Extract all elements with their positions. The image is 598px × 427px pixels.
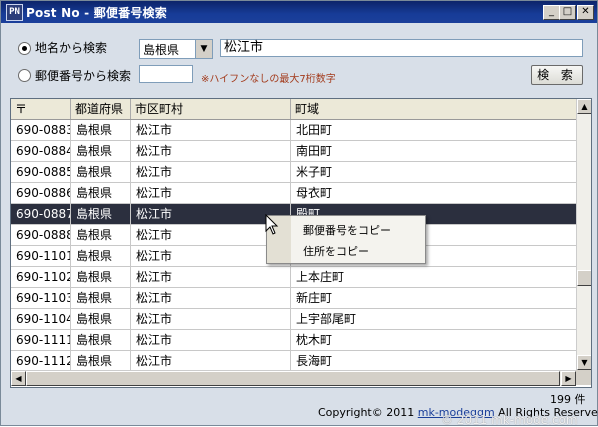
cell-town: 上本庄町 bbox=[296, 270, 345, 284]
cell-postal: 690-1103 bbox=[11, 288, 71, 309]
cell-city: 松江市 bbox=[131, 120, 291, 141]
vertical-scroll-thumb[interactable] bbox=[577, 270, 591, 286]
cell-postal: 690-1111 bbox=[11, 330, 71, 351]
minimize-button[interactable]: _ bbox=[543, 5, 560, 20]
cell-postal: 690-0884 bbox=[11, 141, 71, 162]
watermark: © 2011 mk-mode.com bbox=[441, 413, 578, 427]
column-header-postal[interactable]: 〒 bbox=[11, 99, 71, 119]
cell-postal: 690-0887 bbox=[11, 204, 71, 225]
cell-city: 松江市 bbox=[131, 309, 291, 330]
table-row[interactable]: 690-1104 島根県 松江市 上宇部尾町 bbox=[11, 309, 576, 330]
cell-prefecture: 島根県 bbox=[71, 309, 131, 330]
radio-search-by-postal-label[interactable]: 郵便番号から検索 bbox=[35, 67, 131, 84]
close-button[interactable]: ✕ bbox=[577, 5, 594, 20]
cell-town: 新庄町 bbox=[296, 291, 333, 305]
prefecture-select-value: 島根県 bbox=[143, 43, 180, 57]
scroll-right-arrow-icon[interactable]: ▶ bbox=[561, 371, 576, 386]
scrollbar-corner bbox=[576, 370, 591, 385]
cell-city: 松江市 bbox=[131, 141, 291, 162]
cell-prefecture: 島根県 bbox=[71, 267, 131, 288]
table-row[interactable]: 690-0886 島根県 松江市 母衣町 bbox=[11, 183, 576, 204]
cell-city: 松江市 bbox=[131, 288, 291, 309]
place-search-input[interactable]: 松江市 bbox=[220, 39, 583, 57]
cell-town: 南田町 bbox=[296, 144, 333, 158]
cell-town: 枕木町 bbox=[296, 333, 333, 347]
search-button[interactable]: 検 索 bbox=[531, 65, 583, 85]
radio-search-by-place-label[interactable]: 地名から検索 bbox=[35, 39, 107, 56]
cell-postal: 690-0888 bbox=[11, 225, 71, 246]
column-header-city[interactable]: 市区町村 bbox=[131, 99, 291, 119]
cell-city: 松江市 bbox=[131, 162, 291, 183]
cell-town: 北田町 bbox=[296, 123, 333, 137]
cell-prefecture: 島根県 bbox=[71, 120, 131, 141]
column-header-prefecture[interactable]: 都道府県 bbox=[71, 99, 131, 119]
dropdown-arrow-icon[interactable]: ▼ bbox=[195, 40, 212, 58]
table-row[interactable]: 690-0885 島根県 松江市 米子町 bbox=[11, 162, 576, 183]
cell-town: 米子町 bbox=[296, 165, 333, 179]
cell-city: 松江市 bbox=[131, 267, 291, 288]
menu-item-copy-postal[interactable]: 郵便番号をコピー bbox=[303, 222, 391, 238]
table-row[interactable]: 690-1103 島根県 松江市 新庄町 bbox=[11, 288, 576, 309]
column-header-town[interactable]: 町域 bbox=[291, 99, 576, 119]
cell-postal: 690-0883 bbox=[11, 120, 71, 141]
app-icon: PN bbox=[6, 4, 23, 21]
cell-postal: 690-1112 bbox=[11, 351, 71, 372]
table-row[interactable]: 690-1112 島根県 松江市 長海町 bbox=[11, 351, 576, 372]
grid-header: 〒 都道府県 市区町村 町域 bbox=[11, 99, 576, 120]
cell-prefecture: 島根県 bbox=[71, 183, 131, 204]
radio-search-by-postal[interactable] bbox=[18, 69, 31, 82]
cell-postal: 690-1104 bbox=[11, 309, 71, 330]
cell-postal: 690-1101 bbox=[11, 246, 71, 267]
cell-city: 松江市 bbox=[131, 351, 291, 372]
app-window: PN Post No - 郵便番号検索 _ □ ✕ 地名から検索 島根県 ▼ 松… bbox=[0, 0, 598, 427]
cell-prefecture: 島根県 bbox=[71, 330, 131, 351]
cell-postal: 690-1102 bbox=[11, 267, 71, 288]
cell-prefecture: 島根県 bbox=[71, 204, 131, 225]
title-bar[interactable]: PN Post No - 郵便番号検索 _ □ ✕ bbox=[1, 1, 597, 23]
cell-town: 母衣町 bbox=[296, 186, 333, 200]
cell-prefecture: 島根県 bbox=[71, 162, 131, 183]
vertical-scrollbar[interactable]: ▲ ▼ bbox=[576, 99, 591, 370]
radio-search-by-place[interactable] bbox=[18, 42, 31, 55]
context-menu: 郵便番号をコピー 住所をコピー bbox=[266, 215, 426, 264]
mouse-pointer-icon bbox=[265, 214, 279, 235]
table-row[interactable]: 690-0884 島根県 松江市 南田町 bbox=[11, 141, 576, 162]
copyright-prefix: Copyright© 2011 bbox=[318, 406, 418, 419]
cell-prefecture: 島根県 bbox=[71, 288, 131, 309]
cell-city: 松江市 bbox=[131, 183, 291, 204]
scroll-down-arrow-icon[interactable]: ▼ bbox=[577, 355, 591, 370]
cell-postal: 690-0885 bbox=[11, 162, 71, 183]
table-row[interactable]: 690-1102 島根県 松江市 上本庄町 bbox=[11, 267, 576, 288]
postal-hint-text: ※ハイフンなしの最大7桁数字 bbox=[201, 74, 336, 85]
cell-prefecture: 島根県 bbox=[71, 141, 131, 162]
cell-postal: 690-0886 bbox=[11, 183, 71, 204]
table-row[interactable]: 690-0883 島根県 松江市 北田町 bbox=[11, 120, 576, 141]
cell-prefecture: 島根県 bbox=[71, 246, 131, 267]
cell-prefecture: 島根県 bbox=[71, 225, 131, 246]
maximize-button[interactable]: □ bbox=[559, 5, 576, 20]
horizontal-scrollbar[interactable]: ◀ ▶ bbox=[11, 370, 576, 386]
cell-prefecture: 島根県 bbox=[71, 351, 131, 372]
result-count: 199 件 bbox=[550, 393, 586, 406]
table-row[interactable]: 690-1111 島根県 松江市 枕木町 bbox=[11, 330, 576, 351]
menu-item-copy-address[interactable]: 住所をコピー bbox=[303, 243, 369, 259]
window-title: Post No - 郵便番号検索 bbox=[26, 6, 167, 20]
cell-town: 長海町 bbox=[296, 354, 333, 368]
scroll-left-arrow-icon[interactable]: ◀ bbox=[11, 371, 26, 386]
scroll-up-arrow-icon[interactable]: ▲ bbox=[577, 99, 591, 114]
cell-town: 上宇部尾町 bbox=[296, 312, 357, 326]
prefecture-select[interactable]: 島根県 ▼ bbox=[139, 39, 213, 59]
horizontal-scroll-thumb[interactable] bbox=[26, 371, 560, 386]
cell-city: 松江市 bbox=[131, 330, 291, 351]
postal-code-input[interactable] bbox=[139, 65, 193, 83]
